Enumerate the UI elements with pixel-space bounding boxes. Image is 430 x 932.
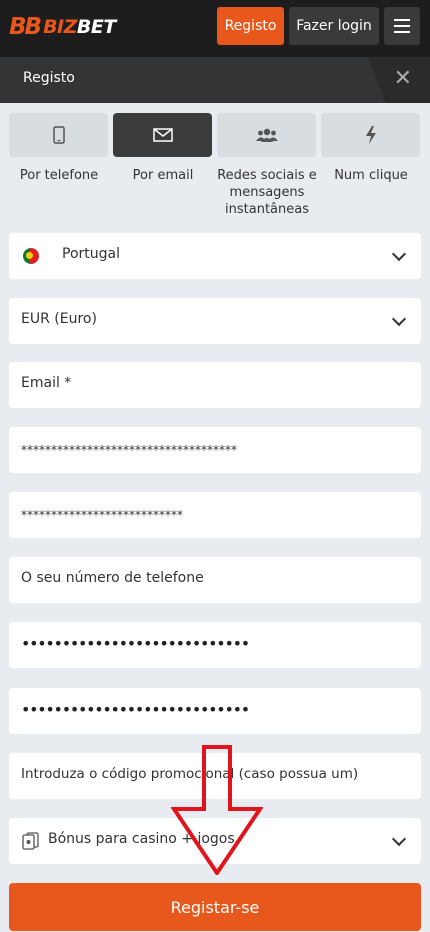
tab-by-email[interactable]: [113, 113, 212, 157]
password-confirm-value: ••••••••••••••••••••••••••••: [21, 700, 250, 719]
close-icon[interactable]: ✕: [394, 66, 412, 91]
phone-icon: [52, 126, 65, 144]
login-button[interactable]: Fazer login: [289, 7, 379, 45]
currency-select[interactable]: EUR (Euro): [9, 298, 421, 344]
hamburger-icon[interactable]: [384, 7, 420, 45]
email-placeholder: Email *: [21, 375, 72, 391]
tab-one-click[interactable]: [321, 113, 420, 157]
country-value: Portugal: [62, 246, 120, 262]
chevron-down-icon: [391, 246, 407, 262]
tab-by-phone[interactable]: [9, 113, 108, 157]
register-submit-button[interactable]: Registar-se: [9, 883, 421, 931]
masked-field-2[interactable]: ***************************: [9, 492, 421, 538]
logo-text: BIZBET: [43, 16, 116, 38]
tab-by-email-label[interactable]: Por email: [111, 167, 215, 184]
tab-one-click-label[interactable]: Num clique: [319, 167, 423, 184]
bizbet-logo[interactable]: BB BIZBET: [9, 14, 116, 40]
phone-field[interactable]: O seu número de telefone: [9, 557, 421, 603]
register-button[interactable]: Registo: [217, 7, 284, 45]
chevron-down-icon: [391, 831, 407, 847]
lightning-icon: [365, 126, 376, 144]
password-field[interactable]: ••••••••••••••••••••••••••••: [9, 622, 421, 668]
registration-title: Registo: [23, 70, 75, 86]
country-select[interactable]: Portugal: [9, 233, 421, 279]
users-icon: [255, 128, 278, 142]
registration-header: Registo ✕: [0, 57, 430, 103]
chevron-down-icon: [391, 311, 407, 327]
password-confirm-field[interactable]: ••••••••••••••••••••••••••••: [9, 688, 421, 734]
masked-value-2: ***************************: [21, 508, 183, 522]
password-value: ••••••••••••••••••••••••••••: [21, 634, 250, 653]
tab-social-networks[interactable]: [217, 113, 316, 157]
logo-mark: BB: [9, 14, 42, 40]
masked-field-1[interactable]: ************************************: [9, 427, 421, 473]
envelope-icon: [152, 128, 173, 142]
masked-value-1: ************************************: [21, 443, 237, 457]
currency-value: EUR (Euro): [21, 311, 97, 327]
email-field[interactable]: Email *: [9, 362, 421, 408]
phone-placeholder: O seu número de telefone: [21, 570, 204, 586]
portugal-flag-icon: [23, 248, 39, 264]
tab-by-phone-label[interactable]: Por telefone: [7, 167, 111, 184]
casino-bonus-icon: [22, 832, 39, 850]
red-arrow-icon: [171, 745, 263, 875]
tab-social-networks-label[interactable]: Redes sociais e mensagens instantâneas: [215, 167, 319, 218]
top-bar: BB BIZBET Registo Fazer login: [0, 0, 430, 57]
